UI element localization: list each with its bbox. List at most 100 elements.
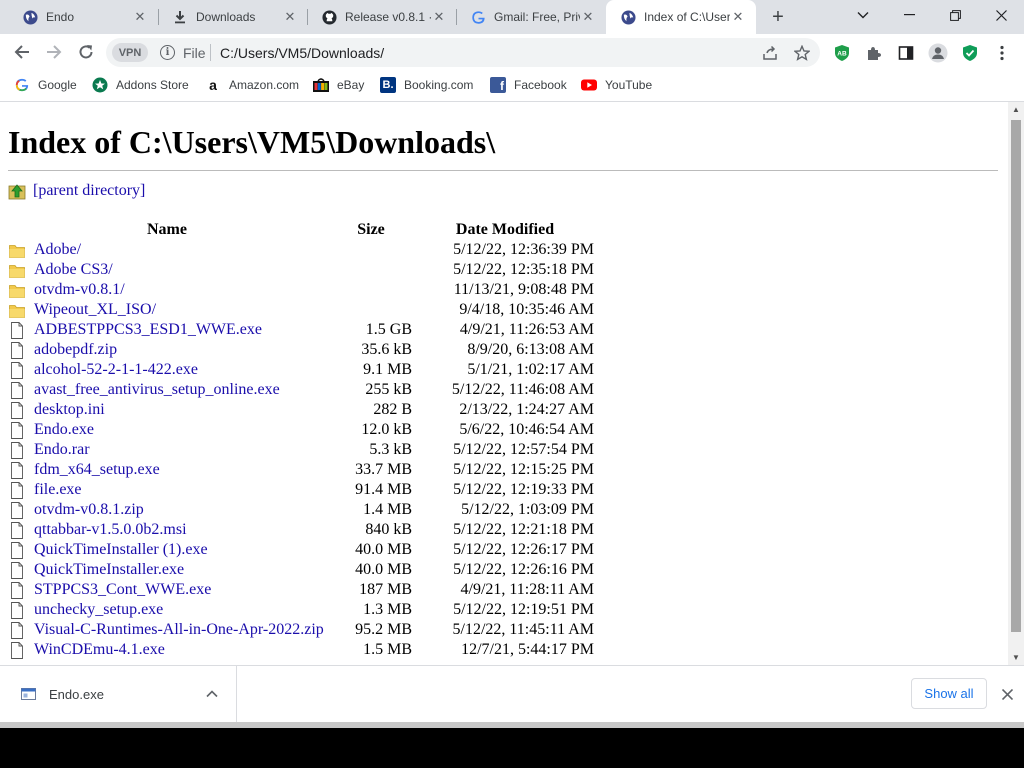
security-shield-icon[interactable]	[958, 41, 982, 65]
bookmark-ebay[interactable]: eBay	[313, 75, 364, 95]
bookmark-amazon[interactable]: a Amazon.com	[205, 75, 299, 95]
bookmark-addons-store[interactable]: Addons Store	[92, 75, 189, 95]
adblock-extension-icon[interactable]: AB	[830, 41, 854, 65]
file-link[interactable]: QuickTimeInstaller.exe	[34, 561, 184, 579]
restore-button[interactable]	[932, 0, 978, 30]
page-scrollbar[interactable]: ▲ ▼	[1008, 102, 1024, 665]
show-all-button[interactable]: Show all	[911, 678, 987, 709]
url-text[interactable]: C:/Users/VM5/Downloads/	[220, 45, 384, 61]
parent-directory-link[interactable]: [parent directory]	[33, 182, 145, 200]
extensions-puzzle-icon[interactable]	[862, 41, 886, 65]
name-cell: Endo.rar	[8, 440, 326, 460]
tab-title: Gmail: Free, Priv	[494, 10, 580, 24]
file-link[interactable]: Endo.exe	[34, 421, 94, 439]
bookmark-booking[interactable]: B. Booking.com	[380, 75, 473, 95]
size-cell: 840 kB	[365, 521, 412, 538]
table-row: WinCDEmu-4.1.exe 1.5 MB 12/7/21, 5:44:17 P…	[8, 640, 594, 660]
tab-release[interactable]: Release v0.8.1 · ✕	[307, 0, 457, 34]
close-icon[interactable]: ✕	[132, 9, 148, 25]
tab-title: Release v0.8.1 ·	[345, 10, 431, 24]
scroll-up-arrow-icon[interactable]: ▲	[1008, 102, 1024, 117]
file-link[interactable]: desktop.ini	[34, 401, 105, 419]
scrollbar-thumb[interactable]	[1011, 120, 1021, 632]
close-icon[interactable]: ✕	[431, 9, 447, 25]
tab-endo[interactable]: Endo ✕	[8, 0, 158, 34]
tab-downloads[interactable]: Downloads ✕	[158, 0, 308, 34]
info-icon[interactable]: i	[160, 45, 175, 60]
file-link[interactable]: qttabbar-v1.5.0.0b2.msi	[34, 521, 187, 539]
share-icon[interactable]	[758, 41, 782, 65]
scroll-down-arrow-icon[interactable]: ▼	[1008, 650, 1024, 665]
bookmark-youtube[interactable]: YouTube	[581, 75, 652, 95]
file-link[interactable]: file.exe	[34, 481, 82, 499]
reload-button[interactable]	[72, 38, 100, 66]
close-icon[interactable]: ✕	[282, 9, 298, 25]
kebab-menu-icon[interactable]	[990, 41, 1014, 65]
tab-gmail[interactable]: Gmail: Free, Priv ✕	[456, 0, 606, 34]
folder-link[interactable]: Adobe/	[34, 241, 81, 259]
bookmark-star-icon[interactable]	[790, 41, 814, 65]
size-cell: 1.4 MB	[363, 501, 412, 518]
reload-icon	[79, 45, 93, 59]
file-link[interactable]: Endo.rar	[34, 441, 90, 459]
vpn-badge[interactable]: VPN	[112, 43, 148, 62]
file-link[interactable]: unchecky_setup.exe	[34, 601, 163, 619]
minimize-button[interactable]	[886, 0, 932, 30]
size-cell: 40.0 MB	[355, 561, 412, 578]
forward-button[interactable]	[40, 38, 68, 66]
bookmark-label: Addons Store	[116, 78, 189, 92]
file-link[interactable]: avast_free_antivirus_setup_online.exe	[34, 381, 280, 399]
date-cell: 8/9/20, 6:13:08 AM	[467, 341, 594, 358]
tab-index-active[interactable]: Index of C:\User ✕	[606, 0, 756, 34]
folder-link[interactable]: Wipeout_XL_ISO/	[34, 301, 156, 319]
column-header-date[interactable]: Date Modified	[416, 220, 594, 240]
file-link[interactable]: WinCDEmu-4.1.exe	[34, 641, 165, 659]
parent-directory-row: [parent directory]	[8, 180, 145, 202]
close-icon[interactable]: ✕	[580, 9, 596, 25]
date-cell: 5/12/22, 11:45:11 AM	[452, 621, 595, 638]
folder-icon	[9, 284, 25, 298]
file-link[interactable]: adobepdf.zip	[34, 341, 117, 359]
download-icon	[172, 9, 188, 25]
table-row: otvdm-v0.8.1.zip 1.4 MB 5/12/22, 1:03:09 P…	[8, 500, 594, 520]
date-cell: 5/12/22, 12:15:25 PM	[453, 461, 594, 478]
chevron-up-icon[interactable]	[204, 686, 220, 702]
file-link[interactable]: STPPCS3_Cont_WWE.exe	[34, 581, 211, 599]
window-close-button[interactable]	[978, 0, 1024, 30]
name-cell: unchecky_setup.exe	[8, 600, 326, 620]
size-cell: 33.7 MB	[355, 461, 412, 478]
file-link[interactable]: QuickTimeInstaller (1).exe	[34, 541, 208, 559]
file-link[interactable]: otvdm-v0.8.1.zip	[34, 501, 144, 519]
new-tab-button[interactable]: +	[766, 5, 790, 29]
date-cell: 12/7/21, 5:44:17 PM	[461, 641, 594, 658]
google-icon	[470, 9, 486, 25]
close-icon[interactable]	[997, 684, 1017, 704]
file-link[interactable]: alcohol-52-2-1-1-422.exe	[34, 361, 198, 379]
file-link[interactable]: ADBESTPPCS3_ESD1_WWE.exe	[34, 321, 262, 339]
up-arrow-folder-icon	[8, 184, 26, 200]
side-panel-icon[interactable]	[894, 41, 918, 65]
file-icon	[11, 601, 23, 619]
file-link[interactable]: fdm_x64_setup.exe	[34, 461, 160, 479]
folder-link[interactable]: Adobe CS3/	[34, 261, 113, 279]
table-row: qttabbar-v1.5.0.0b2.msi 840 kB 5/12/22, 12…	[8, 520, 594, 540]
file-icon	[11, 341, 23, 359]
name-cell: desktop.ini	[8, 400, 326, 420]
tab-search-chevron-icon[interactable]	[840, 0, 886, 30]
profile-avatar-icon[interactable]	[926, 41, 950, 65]
date-cell: 5/12/22, 12:57:54 PM	[453, 441, 594, 458]
file-icon	[11, 581, 23, 599]
folder-icon	[9, 264, 25, 278]
file-link[interactable]: Visual-C-Runtimes-All-in-One-Apr-2022.zi…	[34, 621, 324, 639]
column-header-name[interactable]: Name	[8, 220, 326, 240]
arrow-left-icon	[14, 45, 29, 59]
bookmark-facebook[interactable]: f Facebook	[490, 75, 567, 95]
folder-link[interactable]: otvdm-v0.8.1/	[34, 281, 125, 299]
table-row: adobepdf.zip 35.6 kB 8/9/20, 6:13:08 AM	[8, 340, 594, 360]
address-bar[interactable]	[106, 38, 820, 67]
bookmark-google[interactable]: Google	[14, 75, 77, 95]
back-button[interactable]	[8, 38, 36, 66]
download-item[interactable]: Endo.exe	[0, 666, 237, 722]
close-icon[interactable]: ✕	[730, 9, 746, 25]
column-header-size[interactable]: Size	[326, 220, 416, 240]
